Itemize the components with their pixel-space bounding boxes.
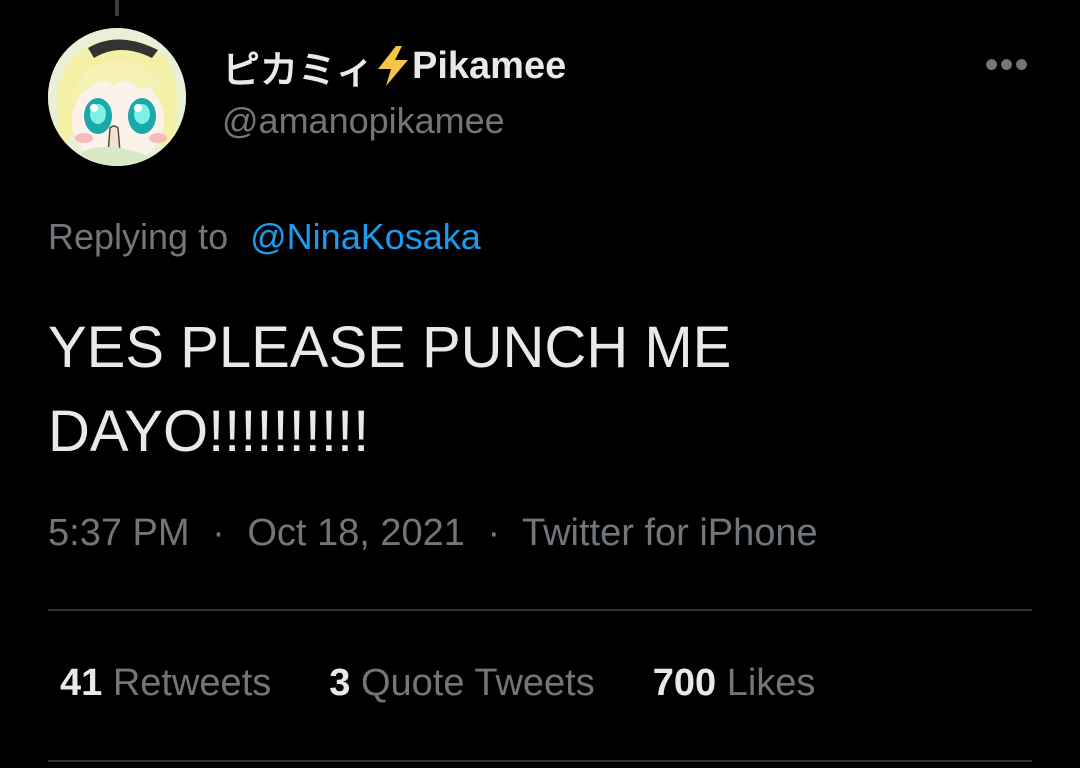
likes-label: Likes — [726, 662, 816, 704]
quote-tweets-count: 3 — [329, 662, 351, 704]
meta-separator: · — [487, 512, 501, 554]
reply-mention-link[interactable]: @NinaKosaka — [250, 216, 481, 257]
tweet-time[interactable]: 5:37 PM — [48, 512, 190, 554]
replying-to-label: Replying to — [48, 216, 229, 257]
tweet-source[interactable]: Twitter for iPhone — [522, 512, 818, 554]
retweets-stat[interactable]: 41 Retweets — [60, 662, 271, 705]
engagement-stats: 41 Retweets 3 Quote Tweets 700 Likes — [60, 662, 815, 705]
quote-tweets-stat[interactable]: 3 Quote Tweets — [329, 662, 594, 705]
avatar[interactable] — [48, 28, 186, 166]
divider — [48, 609, 1032, 611]
divider — [48, 760, 1032, 762]
retweets-count: 41 — [60, 662, 103, 704]
tweet-date[interactable]: Oct 18, 2021 — [247, 512, 465, 554]
author-handle[interactable]: @amanopikamee — [222, 100, 505, 142]
tweet-meta: 5:37 PM · Oct 18, 2021 · Twitter for iPh… — [48, 512, 818, 555]
replying-to: Replying to @NinaKosaka — [48, 216, 481, 258]
anime-avatar-icon — [48, 28, 186, 166]
tweet-text: YES PLEASE PUNCH ME DAYO!!!!!!!!!! — [48, 315, 732, 464]
likes-stat[interactable]: 700 Likes — [653, 662, 816, 705]
retweets-label: Retweets — [112, 662, 272, 704]
likes-count: 700 — [652, 662, 717, 704]
quote-tweets-label: Quote Tweets — [360, 662, 595, 704]
display-name-en: Pikamee — [412, 44, 567, 87]
thread-connector-line — [115, 0, 119, 16]
author-name[interactable]: ピカミィ Pikamee — [222, 44, 567, 92]
lightning-icon — [376, 46, 410, 86]
display-name-jp: ピカミィ — [222, 47, 375, 92]
more-icon[interactable]: ••• — [982, 45, 1032, 85]
meta-separator: · — [212, 512, 225, 554]
